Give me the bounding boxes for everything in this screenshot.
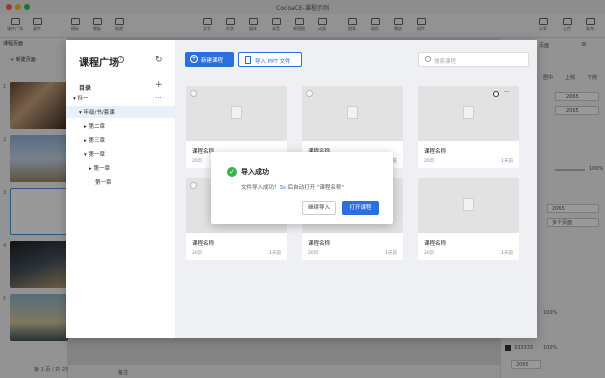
new-course-button[interactable]: + 新建课程	[185, 52, 234, 67]
help-icon[interactable]: ?	[117, 56, 124, 63]
document-placeholder-icon	[463, 106, 474, 119]
more-options-icon[interactable]: ···	[504, 89, 510, 96]
course-search-input[interactable]: 搜索课程	[418, 52, 529, 67]
refresh-icon[interactable]: ↻	[155, 56, 163, 65]
plus-circle-icon: +	[190, 55, 198, 63]
course-pages: 20页	[192, 251, 203, 256]
more-icon[interactable]: ···	[155, 94, 162, 102]
course-name: 课程名称	[424, 241, 447, 247]
course-tag-icon	[306, 90, 313, 97]
course-date: 1天前	[385, 251, 397, 256]
plaza-title: 课程广场	[79, 58, 119, 69]
tree-item[interactable]: 第一章	[95, 178, 112, 186]
tree-item[interactable]: ▾ 年级/书/套课	[79, 108, 115, 116]
course-date: 1天前	[501, 159, 513, 164]
continue-import-button[interactable]: 继续导入	[302, 201, 336, 215]
course-date: 1天前	[269, 251, 281, 256]
course-pages: 20页	[424, 251, 435, 256]
course-pages: 20页	[308, 251, 319, 256]
tree-item[interactable]: ▾ 科一	[73, 94, 89, 102]
document-placeholder-icon	[347, 106, 358, 119]
course-date: 1天前	[501, 251, 513, 256]
directory-sidebar: 课程广场 ? ↻ 目录 + ··· ▾ 科一 ▾ 年级/书/套课 ▸ 第二章 ▸…	[66, 40, 176, 338]
course-card[interactable]: 课程名称 20页 1天前	[418, 178, 519, 260]
course-name: 课程名称	[424, 149, 447, 155]
add-directory-icon[interactable]: +	[155, 81, 163, 90]
tree-item[interactable]: ▸ 第二章	[84, 122, 105, 130]
document-icon	[245, 56, 251, 64]
course-pages: 20页	[424, 159, 435, 164]
tree-item[interactable]: ▾ 第一章	[84, 150, 105, 158]
import-success-dialog: ✓ 导入成功 文件导入成功！3s 后自动打开 "课程名称" 继续导入 打开课程	[211, 152, 393, 224]
course-name: 课程名称	[308, 241, 331, 247]
directory-label: 目录	[79, 85, 92, 92]
document-placeholder-icon	[231, 106, 242, 119]
dialog-message: 文件导入成功！3s 后自动打开 "课程名称"	[241, 185, 344, 191]
tree-item[interactable]: ▸ 第三章	[84, 136, 105, 144]
course-tag-icon	[190, 90, 197, 97]
course-card[interactable]: ··· 课程名称 20页 1天前	[418, 86, 519, 168]
dialog-title: 导入成功	[241, 168, 269, 176]
tree-item[interactable]: ▸ 第一章	[89, 164, 110, 172]
course-pages: 20页	[192, 159, 203, 164]
course-name: 课程名称	[192, 241, 215, 247]
course-tag-icon	[190, 182, 197, 189]
document-placeholder-icon	[463, 198, 474, 211]
open-course-button[interactable]: 打开课程	[342, 201, 379, 215]
success-check-icon: ✓	[227, 167, 237, 177]
search-icon	[425, 56, 431, 62]
settings-icon[interactable]	[493, 91, 499, 97]
import-ppt-button[interactable]: 导入 PPT 文件	[238, 52, 302, 67]
